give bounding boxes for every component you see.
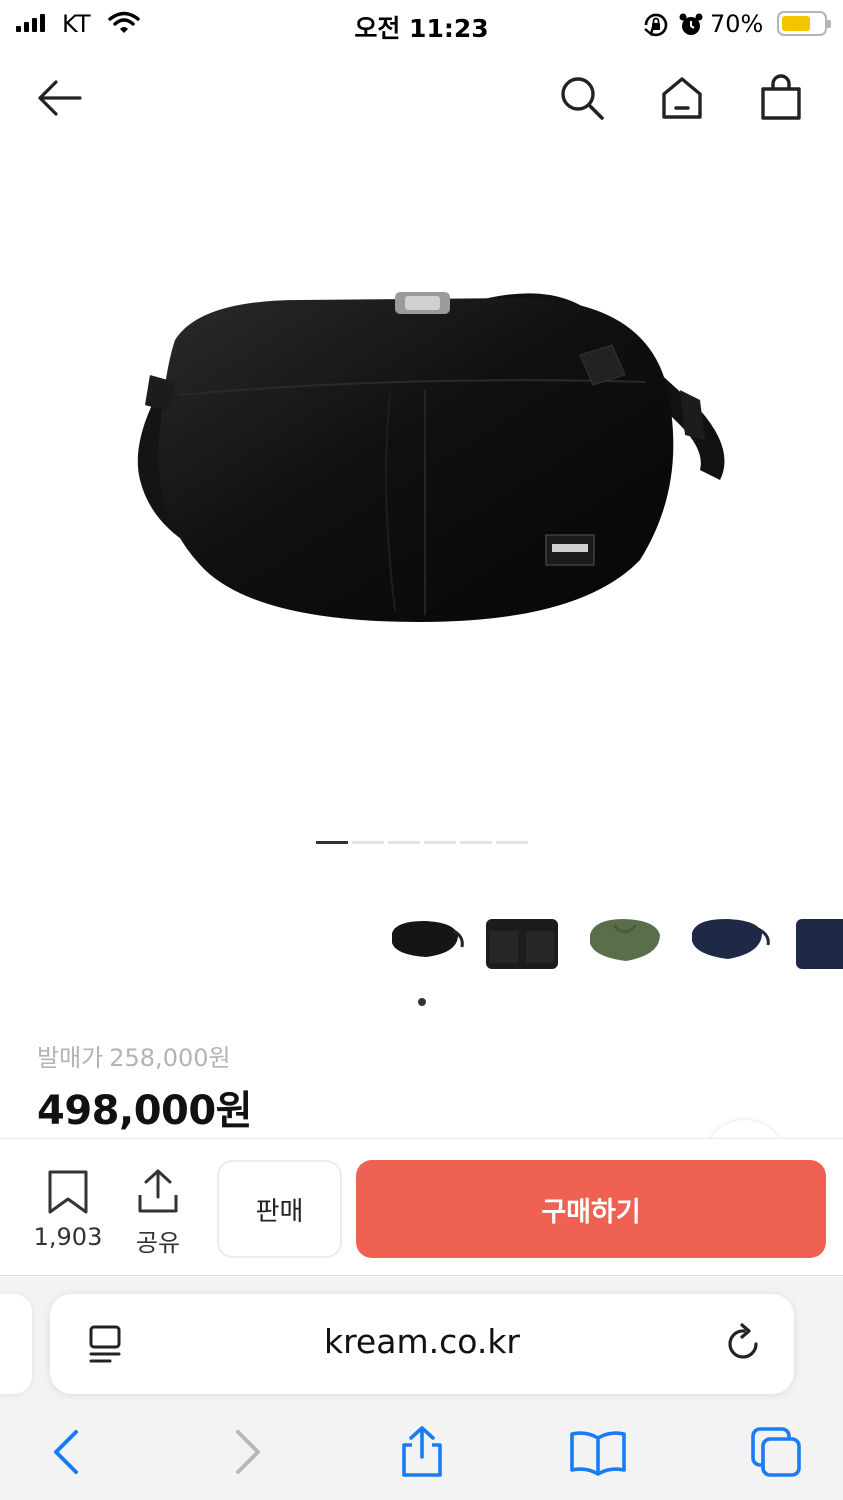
- sell-button[interactable]: 판매: [217, 1160, 342, 1258]
- product-image[interactable]: [0, 150, 843, 830]
- browser-back-icon[interactable]: [36, 1422, 96, 1482]
- thumbnail-green-round-bag[interactable]: [584, 905, 672, 977]
- status-bar: KT 오전 11:23 70%: [0, 0, 843, 50]
- search-icon[interactable]: [554, 70, 610, 126]
- release-price: 발매가 258,000원: [37, 1038, 231, 1073]
- thumbnail-page-dot: [418, 998, 426, 1006]
- buy-button[interactable]: 구매하기: [356, 1160, 826, 1258]
- wishlist-button[interactable]: 1,903: [28, 1169, 108, 1251]
- bookmark-icon: [48, 1170, 88, 1214]
- thumbnail-navy-square-bag[interactable]: [792, 905, 843, 977]
- url-text: kream.co.kr: [323, 1322, 521, 1361]
- battery-percentage: 70%: [710, 10, 764, 38]
- thumbnail-navy-round-bag[interactable]: [686, 905, 774, 977]
- purchase-action-bar: 1,903 공유 판매 구매하기: [0, 1138, 843, 1276]
- wishlist-count: 1,903: [33, 1223, 103, 1251]
- reload-icon[interactable]: [722, 1322, 766, 1366]
- battery-level: [782, 16, 810, 31]
- address-bar[interactable]: kream.co.kr: [50, 1294, 794, 1394]
- home-icon[interactable]: [654, 70, 710, 126]
- share-button[interactable]: 공유: [122, 1167, 194, 1258]
- top-navigation: [0, 60, 843, 132]
- rotation-lock-icon: [642, 11, 670, 43]
- release-price-label: 발매가: [37, 1044, 104, 1072]
- browser-forward-icon[interactable]: [218, 1422, 278, 1482]
- alarm-icon: [677, 11, 705, 43]
- release-price-value: 258,000원: [109, 1044, 231, 1072]
- current-price: 498,000원: [37, 1088, 253, 1134]
- browser-share-icon[interactable]: [392, 1422, 452, 1482]
- color-thumbnails: [380, 905, 843, 985]
- previous-tab-preview[interactable]: [0, 1294, 32, 1394]
- thumbnail-black-square-bag[interactable]: [482, 905, 570, 977]
- battery-icon: [777, 11, 831, 36]
- share-label: 공유: [135, 1229, 181, 1257]
- thumbnail-black-round-bag[interactable]: [384, 905, 472, 977]
- tabs-icon[interactable]: [746, 1422, 806, 1482]
- browser-toolbar: kream.co.kr: [0, 1277, 843, 1500]
- image-page-indicator: [316, 841, 528, 844]
- share-icon: [138, 1169, 178, 1213]
- bookmarks-icon[interactable]: [568, 1422, 628, 1482]
- shopping-bag-icon[interactable]: [753, 70, 809, 126]
- back-arrow-icon[interactable]: [32, 70, 88, 126]
